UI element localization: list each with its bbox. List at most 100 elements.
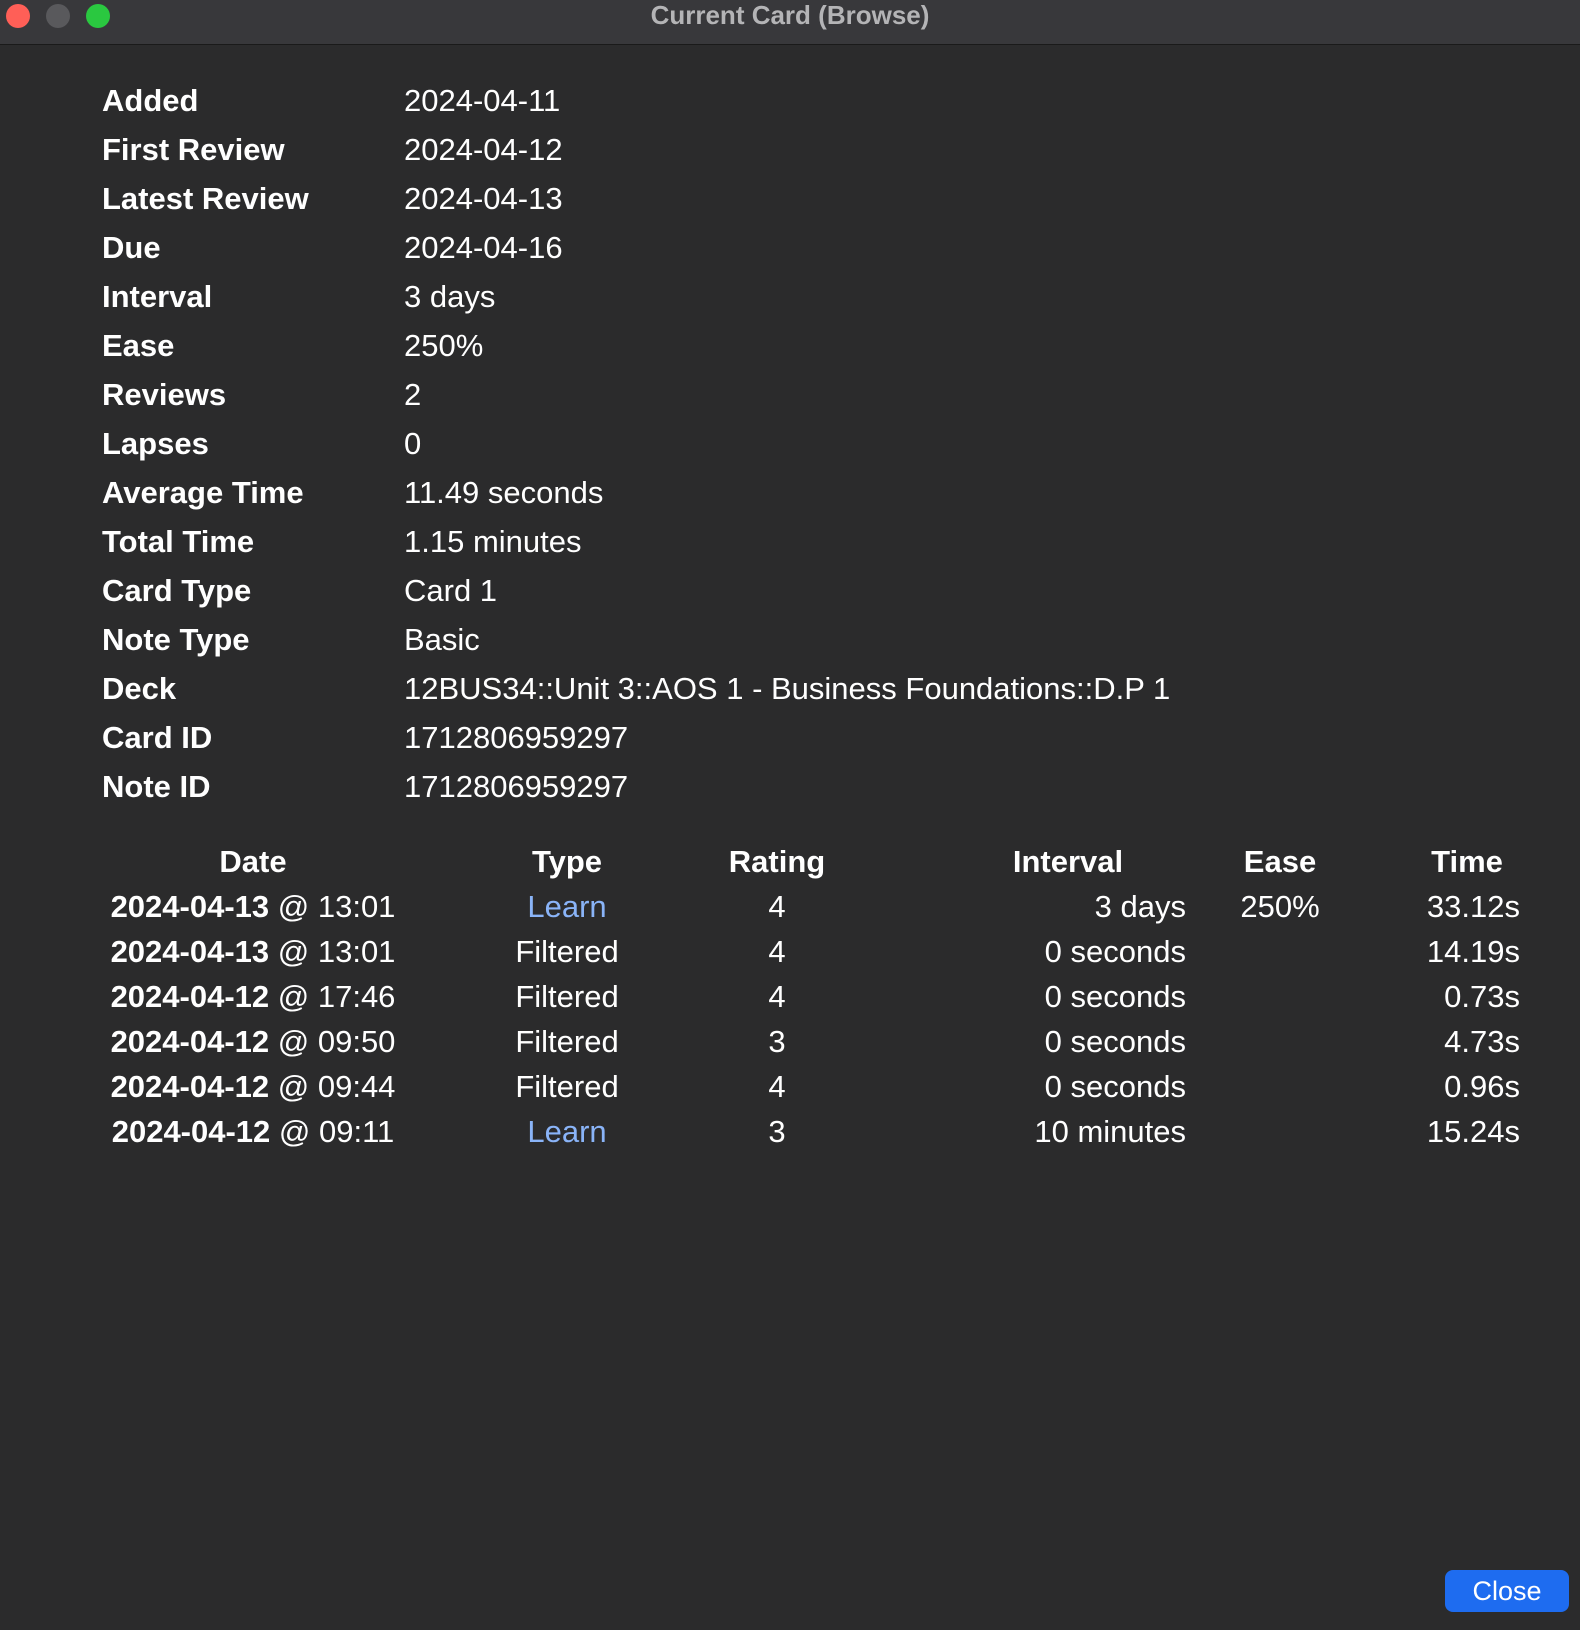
info-label: Note Type (102, 621, 250, 657)
interval-cell: 10 minutes (1034, 1113, 1186, 1149)
info-row-ease: Ease 250% (102, 321, 1170, 370)
date-cell: 2024-04-12 @ 09:50 (96, 1024, 410, 1060)
interval-cell: 0 seconds (1044, 978, 1186, 1014)
info-value: Basic (404, 621, 480, 657)
interval-cell: 0 seconds (1044, 933, 1186, 969)
review-date: 2024-04-12 (110, 1068, 270, 1104)
info-row-card-id: Card ID 1712806959297 (102, 713, 1170, 762)
type-cell: Filtered (515, 933, 619, 969)
info-value: 2024-04-12 (404, 131, 563, 167)
info-label: Deck (102, 670, 177, 706)
info-row-note-id: Note ID 1712806959297 (102, 762, 1170, 811)
info-label: Due (102, 229, 161, 265)
type-cell: Filtered (515, 978, 619, 1014)
time-cell: 0.96s (1444, 1068, 1520, 1104)
window-title: Current Card (Browse) (650, 0, 930, 30)
review-time-of-day: @ 09:50 (277, 1023, 396, 1059)
info-label: Total Time (102, 523, 255, 559)
info-label: Reviews (102, 376, 227, 412)
info-value: 3 days (404, 278, 496, 314)
rating-cell: 4 (768, 933, 786, 969)
info-label: Latest Review (102, 180, 309, 216)
info-label: Interval (102, 278, 213, 314)
rating-cell: 4 (768, 1068, 786, 1104)
info-row-interval: Interval 3 days (102, 272, 1170, 321)
type-cell: Learn (527, 888, 607, 924)
info-value: 2024-04-13 (404, 180, 563, 216)
review-time-of-day: @ 13:01 (277, 888, 396, 924)
info-row-reviews: Reviews 2 (102, 370, 1170, 419)
table-row: 2024-04-12 @ 17:46 Filtered 4 0 seconds … (96, 974, 1520, 1019)
table-row: 2024-04-12 @ 09:44 Filtered 4 0 seconds … (96, 1064, 1520, 1109)
info-value: 12BUS34::Unit 3::AOS 1 - Business Founda… (404, 670, 1171, 706)
review-date: 2024-04-13 (110, 888, 270, 924)
time-cell: 0.73s (1444, 978, 1520, 1014)
info-label: Added (102, 82, 199, 118)
date-cell: 2024-04-12 @ 09:44 (96, 1069, 410, 1105)
review-date: 2024-04-13 (110, 933, 270, 969)
info-label: Card ID (102, 719, 213, 755)
info-row-average-time: Average Time 11.49 seconds (102, 468, 1170, 517)
card-info-table: Added 2024-04-11 First Review 2024-04-12… (102, 76, 1170, 811)
history-header-row: Date Type Rating Interval Ease Time (96, 840, 1520, 884)
column-header-rating: Rating (728, 844, 826, 879)
review-time-of-day: @ 13:01 (277, 933, 396, 969)
column-header-time: Time (1431, 844, 1503, 879)
date-cell: 2024-04-12 @ 09:11 (96, 1114, 410, 1150)
info-value: 1712806959297 (404, 719, 629, 755)
review-time-of-day: @ 09:44 (277, 1068, 396, 1104)
time-cell: 14.19s (1426, 933, 1520, 969)
card-info-window: Current Card (Browse) Added 2024-04-11 F… (0, 0, 1580, 1630)
column-header-ease: Ease (1243, 844, 1317, 879)
info-row-total-time: Total Time 1.15 minutes (102, 517, 1170, 566)
rating-cell: 3 (768, 1023, 786, 1059)
interval-cell: 3 days (1094, 888, 1186, 924)
review-time-of-day: @ 17:46 (277, 978, 396, 1014)
info-row-lapses: Lapses 0 (102, 419, 1170, 468)
info-value: 1712806959297 (404, 768, 629, 804)
table-row: 2024-04-12 @ 09:50 Filtered 3 0 seconds … (96, 1019, 1520, 1064)
rating-cell: 3 (768, 1113, 786, 1149)
info-row-latest-review: Latest Review 2024-04-13 (102, 174, 1170, 223)
info-row-card-type: Card Type Card 1 (102, 566, 1170, 615)
info-value: 1.15 minutes (404, 523, 582, 559)
info-row-added: Added 2024-04-11 (102, 76, 1170, 125)
info-value: 2 (404, 376, 422, 412)
table-row: 2024-04-12 @ 09:11 Learn 3 10 minutes 15… (96, 1109, 1520, 1154)
info-value: 11.49 seconds (404, 474, 604, 510)
date-cell: 2024-04-13 @ 13:01 (96, 889, 410, 925)
time-cell: 33.12s (1426, 888, 1520, 924)
time-cell: 4.73s (1444, 1023, 1520, 1059)
info-row-first-review: First Review 2024-04-12 (102, 125, 1170, 174)
table-row: 2024-04-13 @ 13:01 Filtered 4 0 seconds … (96, 929, 1520, 974)
column-header-interval: Interval (1012, 844, 1124, 879)
date-cell: 2024-04-12 @ 17:46 (96, 979, 410, 1015)
column-header-type: Type (531, 844, 603, 879)
type-cell: Learn (527, 1113, 607, 1149)
interval-cell: 0 seconds (1044, 1023, 1186, 1059)
info-label: Note ID (102, 768, 211, 804)
info-label: Average Time (102, 474, 304, 510)
info-value: 250% (404, 327, 484, 363)
time-cell: 15.24s (1426, 1113, 1520, 1149)
date-cell: 2024-04-13 @ 13:01 (96, 934, 410, 970)
info-row-deck: Deck 12BUS34::Unit 3::AOS 1 - Business F… (102, 664, 1170, 713)
info-label: First Review (102, 131, 285, 167)
close-button[interactable]: Close (1445, 1570, 1569, 1612)
info-row-note-type: Note Type Basic (102, 615, 1170, 664)
info-label: Ease (102, 327, 175, 363)
type-cell: Filtered (515, 1023, 619, 1059)
info-value: 0 (404, 425, 422, 461)
info-label: Card Type (102, 572, 252, 608)
title-bar: Current Card (Browse) (0, 0, 1580, 45)
review-date: 2024-04-12 (111, 1113, 271, 1149)
review-history-table: Date Type Rating Interval Ease Time 2024… (96, 840, 1520, 1154)
rating-cell: 4 (768, 888, 786, 924)
info-value: 2024-04-11 (404, 82, 561, 118)
column-header-date: Date (219, 844, 287, 879)
table-row: 2024-04-13 @ 13:01 Learn 4 3 days 250% 3… (96, 884, 1520, 929)
review-date: 2024-04-12 (110, 1023, 270, 1059)
review-time-of-day: @ 09:11 (278, 1113, 395, 1149)
info-label: Lapses (102, 425, 209, 461)
type-cell: Filtered (515, 1068, 619, 1104)
